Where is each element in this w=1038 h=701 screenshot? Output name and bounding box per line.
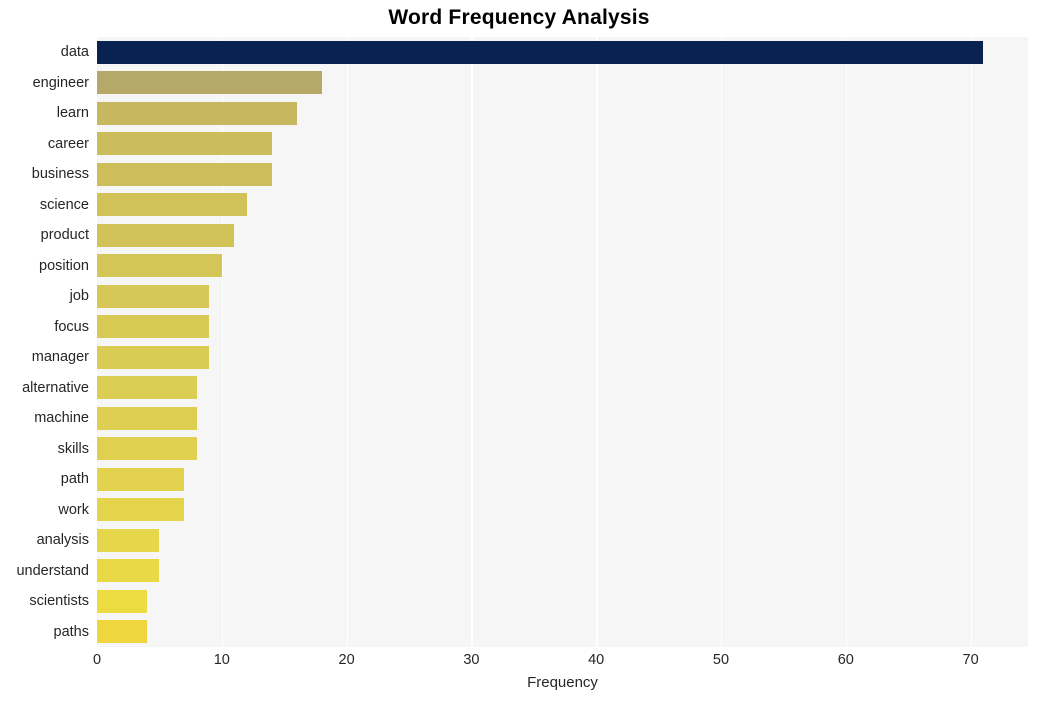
bar-fill	[97, 559, 160, 583]
x-axis-tick-label: 50	[712, 652, 730, 668]
y-axis-tick-label: business	[31, 166, 89, 183]
y-axis-tick-label: skills	[57, 440, 89, 457]
bar-fill	[97, 376, 197, 400]
y-axis-tick-label: position	[39, 257, 89, 274]
y-axis-tick-label: product	[40, 227, 89, 244]
bar	[97, 193, 247, 217]
bar-fill	[97, 223, 235, 247]
bar-fill	[97, 406, 197, 430]
y-axis-tick-label: focus	[54, 318, 89, 335]
bar	[97, 345, 210, 369]
bar-fill	[97, 101, 297, 125]
x-axis-tick-label: 0	[92, 652, 102, 668]
bar	[97, 132, 272, 156]
bar-fill	[97, 589, 147, 613]
bar	[97, 498, 185, 522]
x-axis-tick-label: 40	[588, 652, 605, 668]
bar-fill	[97, 315, 210, 339]
bar	[97, 223, 235, 247]
y-axis-tick-label: analysis	[36, 532, 89, 549]
bar	[97, 467, 185, 491]
bar-fill	[97, 528, 160, 552]
bar-fill	[97, 40, 984, 64]
x-axis-tick-label: 20	[338, 652, 355, 668]
bar-fill	[97, 254, 222, 278]
x-axis-tick-labels: 0 10 20 30 40 50 60 70	[0, 649, 1038, 675]
bar-fill	[97, 284, 210, 308]
bar-fill	[97, 467, 185, 491]
bar	[97, 162, 272, 186]
y-axis-tick-label: learn	[56, 105, 89, 122]
plot-area	[97, 37, 1028, 647]
y-axis-tick-label: engineer	[32, 74, 89, 91]
y-axis-tick-label: career	[47, 135, 89, 152]
bar	[97, 254, 222, 278]
bar	[97, 437, 197, 461]
bar-fill	[97, 162, 272, 186]
bar-fill	[97, 71, 322, 95]
y-axis-tick-label: manager	[31, 349, 89, 366]
bar-fill	[97, 345, 210, 369]
y-axis-tick-label: job	[69, 288, 89, 305]
y-axis-tick-label: alternative	[22, 379, 89, 396]
bar	[97, 559, 160, 583]
bar	[97, 284, 210, 308]
bar	[97, 71, 322, 95]
y-axis-tick-label: scientists	[29, 593, 89, 610]
y-axis-tick-label: machine	[34, 410, 89, 427]
bar	[97, 315, 210, 339]
x-axis-tick-label: 60	[837, 652, 854, 668]
bar	[97, 528, 160, 552]
bar-fill	[97, 193, 247, 217]
bar-fill	[97, 437, 197, 461]
chart-figure: Word Frequency Analysis data engineer lear…	[0, 0, 1038, 701]
x-axis-tick-label: 30	[463, 652, 480, 668]
y-axis-tick-label: data	[60, 44, 89, 61]
x-axis-tick-label: 10	[213, 652, 230, 668]
bar	[97, 101, 297, 125]
bars-layer	[97, 37, 1028, 647]
y-axis-tick-label: paths	[53, 623, 89, 640]
bar-fill	[97, 132, 272, 156]
bar	[97, 589, 147, 613]
bar-fill	[97, 498, 185, 522]
bar-fill	[97, 620, 147, 644]
page-title: Word Frequency Analysis	[388, 6, 650, 29]
y-axis-tick-label: science	[39, 196, 89, 213]
y-axis-tick-label: understand	[16, 562, 89, 579]
x-axis-title: Frequency	[527, 674, 598, 691]
x-axis-tick-label: 70	[962, 652, 979, 668]
bar	[97, 376, 197, 400]
y-axis-tick-label: work	[58, 501, 89, 518]
y-axis-tick-labels: data engineer learn career business science pr…	[0, 37, 89, 647]
bar	[97, 406, 197, 430]
bar	[97, 620, 147, 644]
y-axis-tick-label: path	[60, 471, 89, 488]
bar	[97, 40, 984, 64]
